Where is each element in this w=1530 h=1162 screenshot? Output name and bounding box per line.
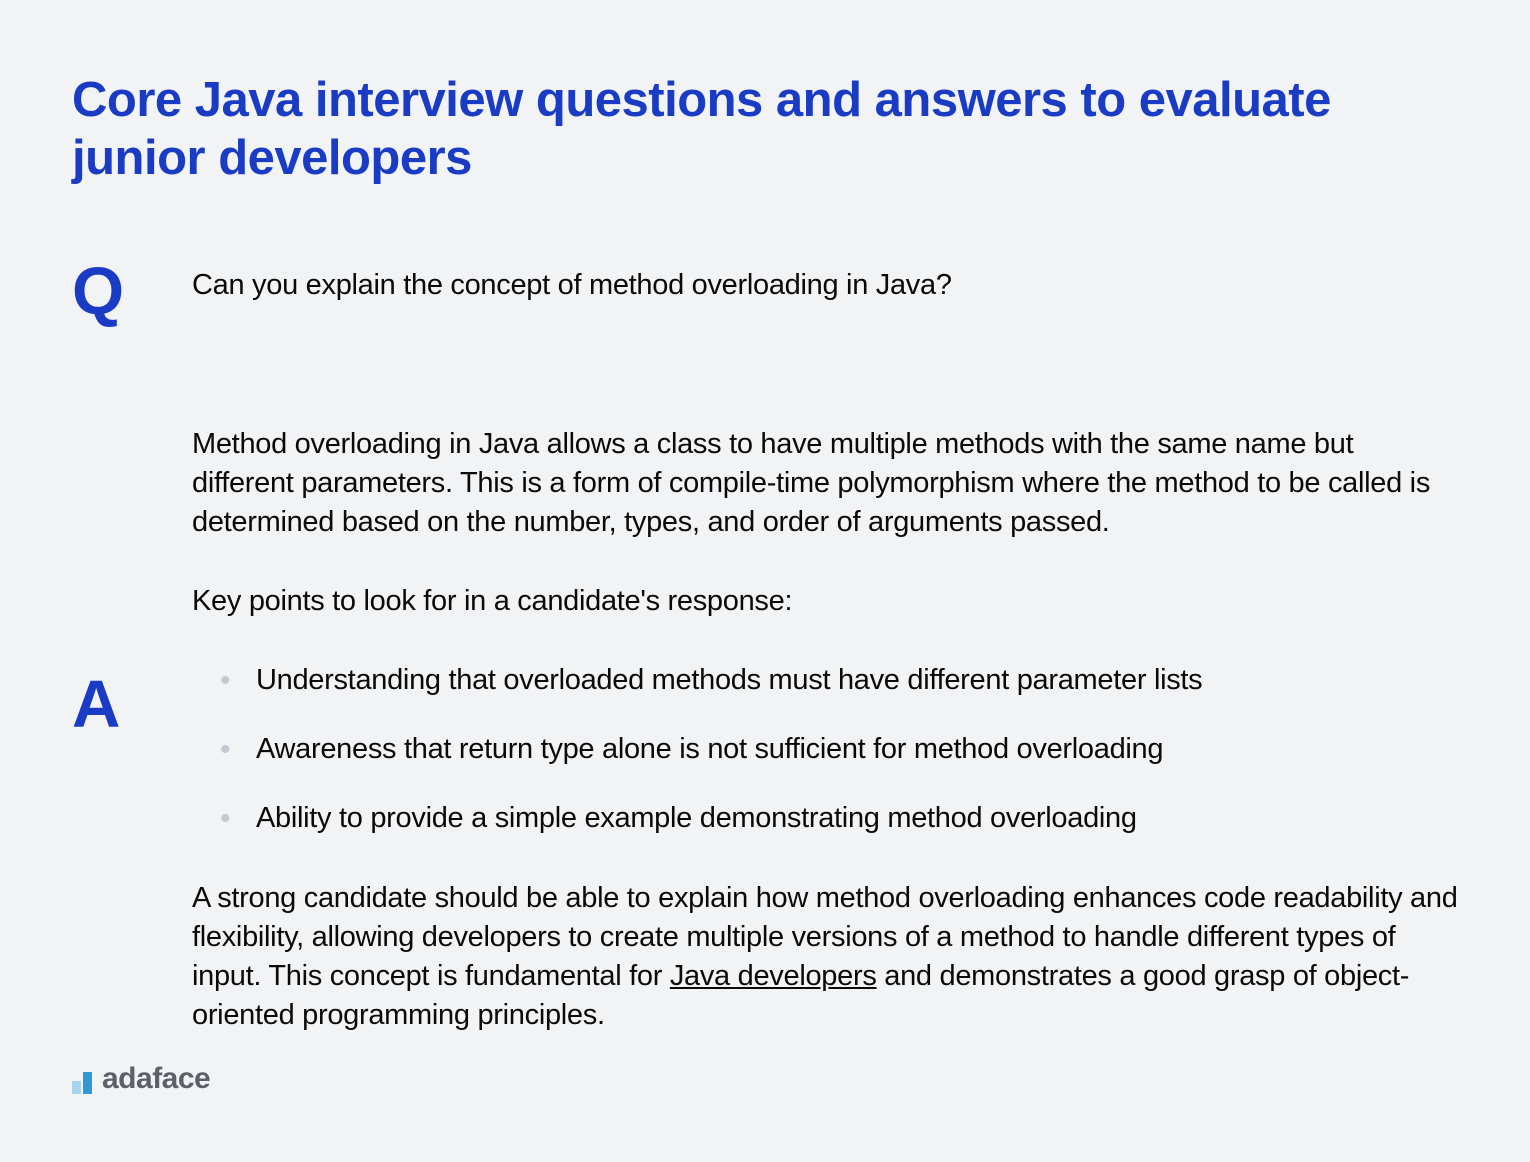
brand-logo: adaface xyxy=(72,1064,210,1094)
answer-marker: A xyxy=(72,671,132,738)
answer-content: Method overloading in Java allows a clas… xyxy=(192,425,1458,1036)
qa-container: Q Can you explain the concept of method … xyxy=(72,258,1458,1036)
list-item: Understanding that overloaded methods mu… xyxy=(220,661,1458,700)
answer-paragraph-3: A strong candidate should be able to exp… xyxy=(192,879,1458,1036)
question-marker: Q xyxy=(72,258,132,325)
answer-paragraph-1: Method overloading in Java allows a clas… xyxy=(192,425,1458,542)
java-developers-link[interactable]: Java developers xyxy=(670,960,877,992)
list-item: Awareness that return type alone is not … xyxy=(220,730,1458,769)
question-text: Can you explain the concept of method ov… xyxy=(192,258,1458,305)
answer-bullet-list: Understanding that overloaded methods mu… xyxy=(192,661,1458,838)
chart-icon xyxy=(72,1070,92,1094)
answer-paragraph-2: Key points to look for in a candidate's … xyxy=(192,582,1458,621)
question-row: Q Can you explain the concept of method … xyxy=(72,258,1458,325)
page-title: Core Java interview questions and answer… xyxy=(72,72,1458,188)
list-item: Ability to provide a simple example demo… xyxy=(220,799,1458,838)
answer-row: A Method overloading in Java allows a cl… xyxy=(72,425,1458,1036)
brand-name: adaface xyxy=(102,1064,210,1094)
